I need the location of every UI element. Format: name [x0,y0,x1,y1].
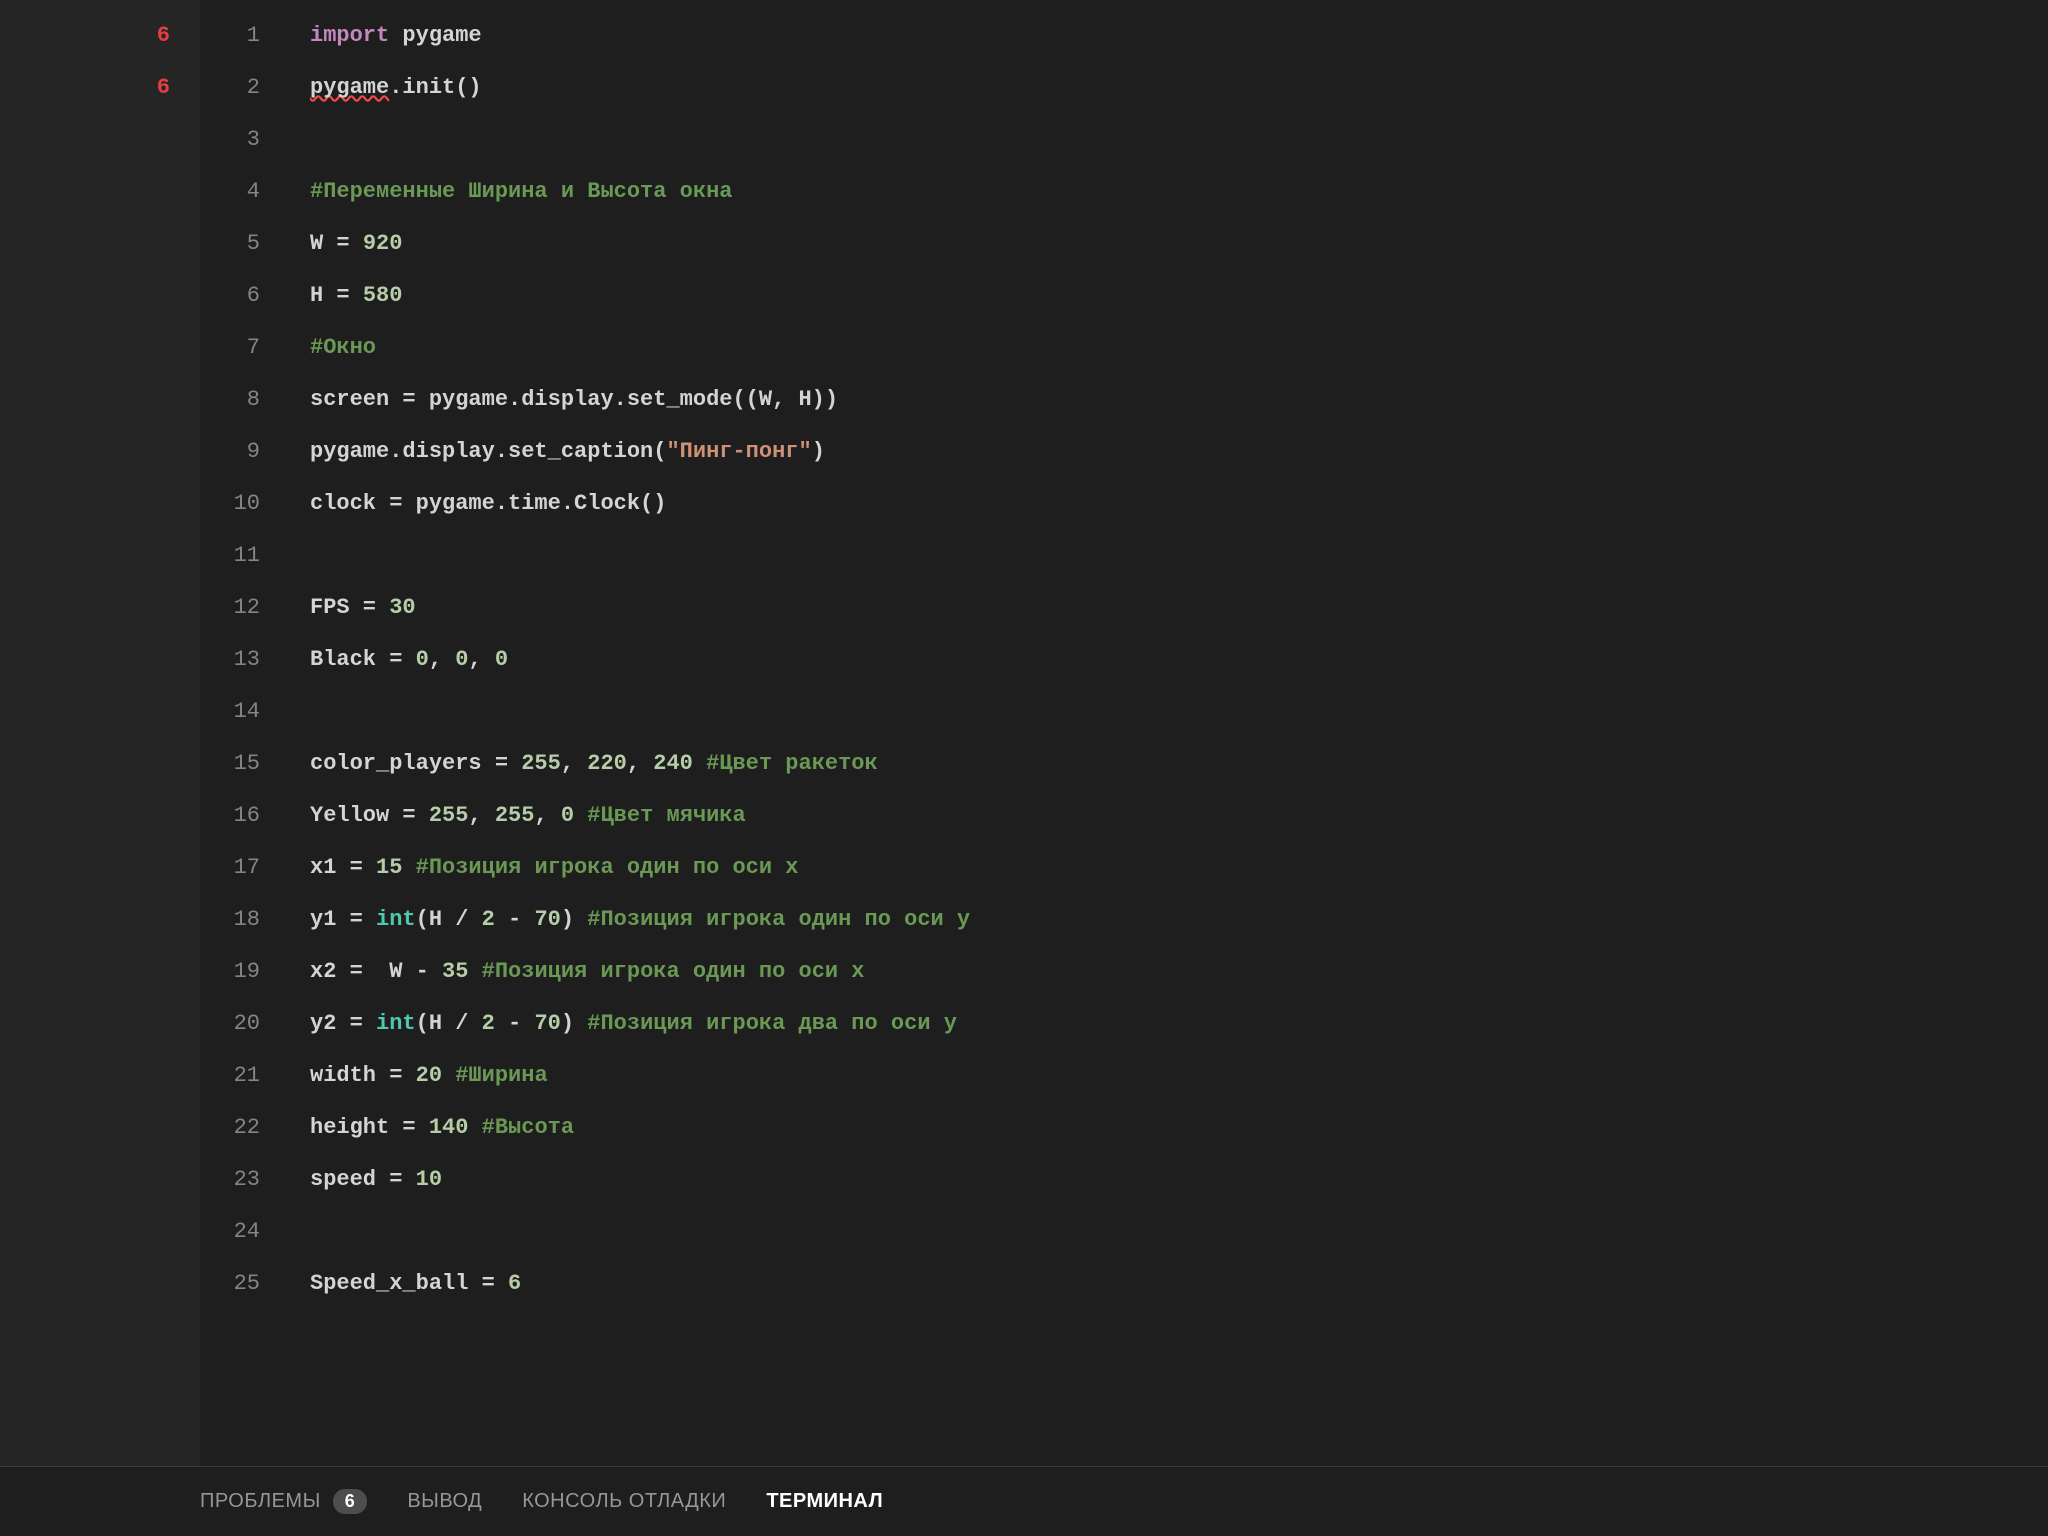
line-number: 6 [200,270,260,322]
code-line[interactable]: pygame.init() [310,62,2048,114]
sidebar-marker: 6 [0,62,200,114]
line-number: 24 [200,1206,260,1258]
line-number: 7 [200,322,260,374]
bottom-panel: ПРОБЛЕМЫ 6 ВЫВОД КОНСОЛЬ ОТЛАДКИ ТЕРМИНАЛ [0,1466,2048,1536]
line-number: 5 [200,218,260,270]
line-number: 25 [200,1258,260,1310]
code-line[interactable]: pygame.display.set_caption("Пинг-понг") [310,426,2048,478]
line-number: 14 [200,686,260,738]
line-number: 12 [200,582,260,634]
tab-label: ПРОБЛЕМЫ [200,1490,321,1513]
code-line[interactable]: FPS = 30 [310,582,2048,634]
line-number: 19 [200,946,260,998]
line-number: 16 [200,790,260,842]
code-line[interactable]: Black = 0, 0, 0 [310,634,2048,686]
tab-label: КОНСОЛЬ ОТЛАДКИ [522,1490,726,1513]
line-number: 22 [200,1102,260,1154]
code-line[interactable]: speed = 10 [310,1154,2048,1206]
code-line[interactable]: Speed_x_ball = 6 [310,1258,2048,1310]
tab-label: ТЕРМИНАЛ [766,1490,883,1513]
line-number-gutter[interactable]: 1234567891011121314151617181920212223242… [200,0,290,1466]
panel-tab-терминал[interactable]: ТЕРМИНАЛ [766,1490,883,1513]
code-line[interactable]: Yellow = 255, 255, 0 #Цвет мячика [310,790,2048,842]
code-line[interactable]: import pygame [310,10,2048,62]
code-line[interactable]: W = 920 [310,218,2048,270]
code-line[interactable]: #Переменные Ширина и Высота окна [310,166,2048,218]
panel-tab-консоль-отладки[interactable]: КОНСОЛЬ ОТЛАДКИ [522,1490,726,1513]
tab-label: ВЫВОД [407,1490,482,1513]
code-line[interactable] [310,114,2048,166]
code-line[interactable]: width = 20 #Ширина [310,1050,2048,1102]
code-line[interactable]: #Окно [310,322,2048,374]
line-number: 3 [200,114,260,166]
panel-tab-вывод[interactable]: ВЫВОД [407,1490,482,1513]
sidebar-marker: 6 [0,10,200,62]
code-line[interactable]: screen = pygame.display.set_mode((W, H)) [310,374,2048,426]
code-line[interactable]: height = 140 #Высота [310,1102,2048,1154]
line-number: 4 [200,166,260,218]
editor-container: 6 6 123456789101112131415161718192021222… [0,0,2048,1466]
code-line[interactable]: clock = pygame.time.Clock() [310,478,2048,530]
explorer-sidebar[interactable]: 6 6 [0,0,200,1466]
line-number: 20 [200,998,260,1050]
code-line[interactable] [310,530,2048,582]
line-number: 17 [200,842,260,894]
line-number: 1 [200,10,260,62]
code-line[interactable]: y1 = int(H / 2 - 70) #Позиция игрока оди… [310,894,2048,946]
line-number: 18 [200,894,260,946]
panel-tab-проблемы[interactable]: ПРОБЛЕМЫ 6 [200,1489,367,1514]
line-number: 21 [200,1050,260,1102]
line-number: 2 [200,62,260,114]
code-line[interactable]: y2 = int(H / 2 - 70) #Позиция игрока два… [310,998,2048,1050]
line-number: 15 [200,738,260,790]
code-line[interactable]: color_players = 255, 220, 240 #Цвет раке… [310,738,2048,790]
code-line[interactable]: x1 = 15 #Позиция игрока один по оси х [310,842,2048,894]
line-number: 13 [200,634,260,686]
code-line[interactable]: H = 580 [310,270,2048,322]
line-number: 23 [200,1154,260,1206]
code-line[interactable]: x2 = W - 35 #Позиция игрока один по оси … [310,946,2048,998]
problems-badge: 6 [333,1489,368,1514]
line-number: 10 [200,478,260,530]
code-line[interactable] [310,686,2048,738]
code-line[interactable] [310,1206,2048,1258]
code-editor[interactable]: import pygamepygame.init() #Переменные Ш… [290,0,2048,1466]
line-number: 8 [200,374,260,426]
line-number: 9 [200,426,260,478]
line-number: 11 [200,530,260,582]
